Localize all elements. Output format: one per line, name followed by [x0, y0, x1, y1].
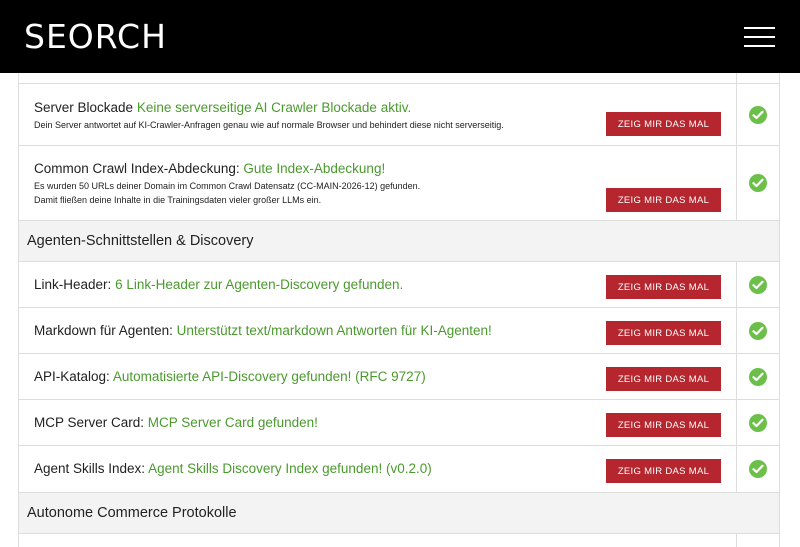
result-row-api-catalog: API-Katalog: Automatisierte API-Discover… [18, 354, 780, 400]
row-label: Common Crawl Index-Abdeckung: [34, 161, 240, 176]
status-cell [737, 446, 779, 492]
row-label: Markdown für Agenten: [34, 323, 173, 338]
results-list: Server Blockade Keine serverseitige AI C… [18, 73, 780, 547]
row-label: Link-Header: [34, 277, 112, 292]
status-cell [737, 308, 779, 353]
show-me-button[interactable]: ZEIG MIR DAS MAL [606, 367, 721, 391]
result-row-common-crawl: Common Crawl Index-Abdeckung: Gute Index… [18, 146, 780, 221]
row-content: Link-Header: 6 Link-Header zur Agenten-D… [19, 262, 737, 307]
row-label: Server Blockade [34, 100, 134, 115]
result-row-partial [18, 534, 780, 547]
show-me-button[interactable]: ZEIG MIR DAS MAL [606, 112, 721, 136]
row-content: Common Crawl Index-Abdeckung: Gute Index… [19, 146, 737, 220]
status-cell [737, 262, 779, 307]
site-logo[interactable]: SEORCH [24, 17, 167, 56]
show-me-button[interactable]: ZEIG MIR DAS MAL [606, 275, 721, 299]
status-cell [737, 84, 779, 145]
row-label: MCP Server Card: [34, 415, 145, 430]
show-me-button[interactable]: ZEIG MIR DAS MAL [606, 459, 721, 483]
status-cell [737, 400, 779, 445]
menu-bar [744, 35, 775, 38]
result-row-link-header: Link-Header: 6 Link-Header zur Agenten-D… [18, 262, 780, 308]
row-content: MCP Server Card: MCP Server Card gefunde… [19, 400, 737, 445]
row-label: Agent Skills Index: [34, 461, 146, 476]
hamburger-menu-icon[interactable] [744, 26, 775, 47]
row-result: Keine serverseitige AI Crawler Blockade … [136, 100, 412, 115]
row-result: Agent Skills Discovery Index gefunden! (… [148, 461, 432, 476]
status-cell [737, 146, 779, 220]
menu-bar [744, 26, 775, 29]
section-header-commerce: Autonome Commerce Protokolle [18, 493, 780, 534]
result-row-server-blockade: Server Blockade Keine serverseitige AI C… [18, 83, 780, 146]
status-cell [737, 354, 779, 399]
check-circle-icon [749, 321, 767, 340]
show-me-button[interactable]: ZEIG MIR DAS MAL [606, 321, 721, 345]
previous-row-stub [18, 73, 780, 83]
show-me-button[interactable]: ZEIG MIR DAS MAL [606, 188, 721, 212]
result-row-agent-skills: Agent Skills Index: Agent Skills Discove… [18, 446, 780, 493]
row-result: MCP Server Card gefunden! [147, 415, 318, 430]
check-circle-icon [749, 275, 767, 294]
row-content: Markdown für Agenten: Unterstützt text/m… [19, 308, 737, 353]
check-circle-icon [749, 367, 767, 386]
section-header-agents: Agenten-Schnittstellen & Discovery [18, 221, 780, 262]
row-label: API-Katalog: [34, 369, 110, 384]
result-row-markdown: Markdown für Agenten: Unterstützt text/m… [18, 308, 780, 354]
check-circle-icon [749, 174, 767, 192]
row-content: API-Katalog: Automatisierte API-Discover… [19, 354, 737, 399]
row-result: Automatisierte API-Discovery gefunden! (… [112, 369, 426, 384]
site-header: SEORCH [0, 0, 800, 73]
row-result: 6 Link-Header zur Agenten-Discovery gefu… [115, 277, 404, 292]
check-circle-icon [749, 105, 767, 124]
row-content: Server Blockade Keine serverseitige AI C… [19, 84, 737, 145]
result-row-mcp-server-card: MCP Server Card: MCP Server Card gefunde… [18, 400, 780, 446]
show-me-button[interactable]: ZEIG MIR DAS MAL [606, 413, 721, 437]
row-content: Agent Skills Index: Agent Skills Discove… [19, 446, 737, 492]
row-result: Unterstützt text/markdown Antworten für … [176, 323, 492, 338]
row-result: Gute Index-Abdeckung! [243, 161, 386, 176]
check-circle-icon [749, 460, 767, 478]
check-circle-icon [749, 413, 767, 432]
menu-bar [744, 44, 775, 47]
